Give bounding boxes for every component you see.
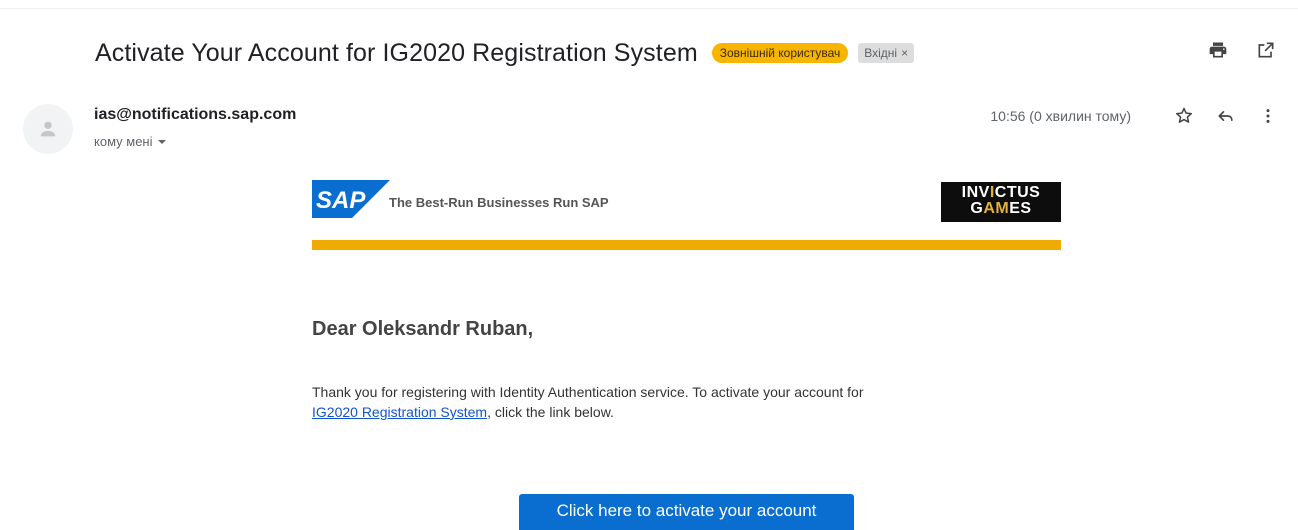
reply-icon[interactable]: [1214, 104, 1238, 128]
caret-down-icon: [157, 139, 166, 144]
sap-logo: SAP: [312, 180, 390, 218]
message-actions: [1172, 104, 1280, 128]
message-text-2: , click the link below.: [487, 404, 614, 420]
label-remove-icon[interactable]: ×: [901, 46, 908, 60]
invictus-games-logo: INVICTUS GAMES: [941, 182, 1061, 222]
email-view: Activate Your Account for IG2020 Registr…: [0, 0, 1298, 530]
email-greeting: Dear Oleksandr Ruban,: [312, 318, 534, 340]
label-external-user[interactable]: Зовнішній користувач: [711, 43, 849, 63]
email-timestamp: 10:56 (0 хвилин тому): [990, 108, 1131, 124]
email-brand-header: SAP The Best-Run Businesses Run SAP INVI…: [312, 180, 1061, 224]
message-text-1: Thank you for registering with Identity …: [312, 384, 864, 400]
sender-avatar[interactable]: [23, 104, 73, 154]
top-divider: [0, 8, 1298, 9]
recipient-label: кому мені: [94, 134, 153, 149]
person-icon: [40, 121, 56, 137]
sender-address[interactable]: ias@notifications.sap.com: [94, 106, 296, 124]
sap-logo-text: SAP: [316, 187, 366, 214]
gold-divider-bar: [312, 240, 1061, 250]
label-inbox-text: Вхідні: [864, 46, 898, 60]
subject-actions: [1206, 38, 1278, 62]
print-icon[interactable]: [1206, 38, 1230, 62]
sap-tagline: The Best-Run Businesses Run SAP: [389, 195, 609, 210]
recipient-details[interactable]: кому мені: [94, 134, 167, 149]
email-subject: Activate Your Account for IG2020 Registr…: [95, 38, 698, 67]
subject-row: Activate Your Account for IG2020 Registr…: [95, 36, 915, 70]
registration-system-link[interactable]: IG2020 Registration System: [312, 404, 487, 420]
more-vert-icon[interactable]: [1256, 104, 1280, 128]
email-message: Thank you for registering with Identity …: [312, 382, 1032, 422]
open-in-new-window-icon[interactable]: [1254, 38, 1278, 62]
star-icon[interactable]: [1172, 104, 1196, 128]
label-inbox[interactable]: Вхідні ×: [858, 43, 915, 63]
activate-account-button[interactable]: Click here to activate your account: [519, 494, 854, 530]
